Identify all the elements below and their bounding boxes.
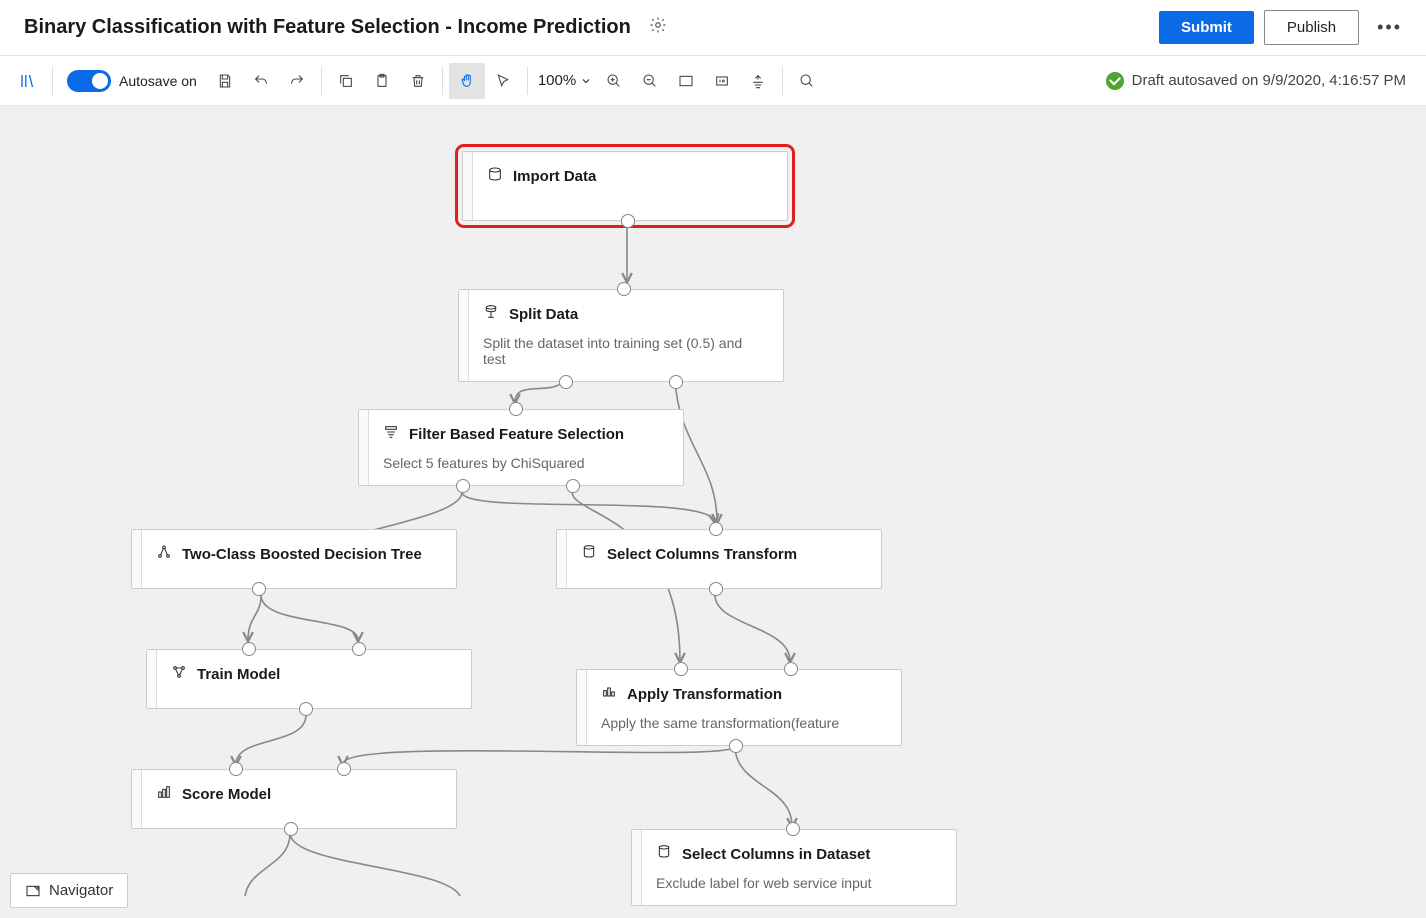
input-port[interactable] <box>784 662 798 676</box>
output-port[interactable] <box>621 214 635 228</box>
input-port[interactable] <box>617 282 631 296</box>
transform-icon <box>601 684 617 705</box>
search-icon[interactable] <box>789 63 825 99</box>
node-import-data[interactable]: Import Data <box>462 151 788 221</box>
actual-size-icon[interactable] <box>704 63 740 99</box>
node-two-class-boosted-decision-tree[interactable]: Two-Class Boosted Decision Tree <box>131 529 457 589</box>
output-port[interactable] <box>559 375 573 389</box>
auto-layout-icon[interactable] <box>740 63 776 99</box>
output-port[interactable] <box>456 479 470 493</box>
train-icon <box>171 664 187 685</box>
page-title: Binary Classification with Feature Selec… <box>24 16 631 39</box>
fit-screen-icon[interactable] <box>668 63 704 99</box>
cursor-icon[interactable] <box>485 63 521 99</box>
input-port[interactable] <box>674 662 688 676</box>
output-port[interactable] <box>729 739 743 753</box>
paste-icon[interactable] <box>364 63 400 99</box>
check-circle-icon <box>1106 72 1124 90</box>
database-icon <box>487 166 503 187</box>
columns-icon <box>581 544 597 565</box>
navigator-button[interactable]: Navigator <box>10 873 128 908</box>
input-port[interactable] <box>786 822 800 836</box>
zoom-level[interactable]: 100% <box>538 72 592 89</box>
delete-icon[interactable] <box>400 63 436 99</box>
tree-icon <box>156 544 172 565</box>
autosave-status: Draft autosaved on 9/9/2020, 4:16:57 PM <box>1106 72 1416 90</box>
more-icon[interactable]: ••• <box>1373 13 1406 42</box>
zoom-in-icon[interactable] <box>596 63 632 99</box>
node-train-model[interactable]: Train Model <box>146 649 472 709</box>
zoom-out-icon[interactable] <box>632 63 668 99</box>
split-icon <box>483 304 499 325</box>
output-port[interactable] <box>299 702 313 716</box>
output-port[interactable] <box>669 375 683 389</box>
input-port[interactable] <box>509 402 523 416</box>
library-icon[interactable] <box>10 63 46 99</box>
settings-gear-icon[interactable] <box>649 16 667 39</box>
redo-icon[interactable] <box>279 63 315 99</box>
copy-icon[interactable] <box>328 63 364 99</box>
node-filter-based-feature-selection[interactable]: Filter Based Feature Selection Select 5 … <box>358 409 684 486</box>
pipeline-canvas[interactable]: Import Data Split Data Split the dataset… <box>0 106 1426 918</box>
save-icon[interactable] <box>207 63 243 99</box>
score-icon <box>156 784 172 805</box>
input-port[interactable] <box>352 642 366 656</box>
autosave-label: Autosave on <box>119 73 197 89</box>
publish-button[interactable]: Publish <box>1264 10 1359 45</box>
header: Binary Classification with Feature Selec… <box>0 0 1426 56</box>
node-select-columns-in-dataset[interactable]: Select Columns in Dataset Exclude label … <box>631 829 957 906</box>
toolbar: Autosave on 100% <box>0 56 1426 106</box>
node-select-columns-transform[interactable]: Select Columns Transform <box>556 529 882 589</box>
input-port[interactable] <box>709 522 723 536</box>
submit-button[interactable]: Submit <box>1159 11 1254 44</box>
undo-icon[interactable] <box>243 63 279 99</box>
autosave-toggle[interactable] <box>67 70 111 92</box>
node-apply-transformation[interactable]: Apply Transformation Apply the same tran… <box>576 669 902 746</box>
input-port[interactable] <box>337 762 351 776</box>
filter-icon <box>383 424 399 445</box>
pan-hand-icon[interactable] <box>449 63 485 99</box>
output-port[interactable] <box>709 582 723 596</box>
node-split-data[interactable]: Split Data Split the dataset into traini… <box>458 289 784 382</box>
node-score-model[interactable]: Score Model <box>131 769 457 829</box>
columns-icon <box>656 844 672 865</box>
output-port[interactable] <box>252 582 266 596</box>
output-port[interactable] <box>284 822 298 836</box>
input-port[interactable] <box>229 762 243 776</box>
output-port[interactable] <box>566 479 580 493</box>
input-port[interactable] <box>242 642 256 656</box>
